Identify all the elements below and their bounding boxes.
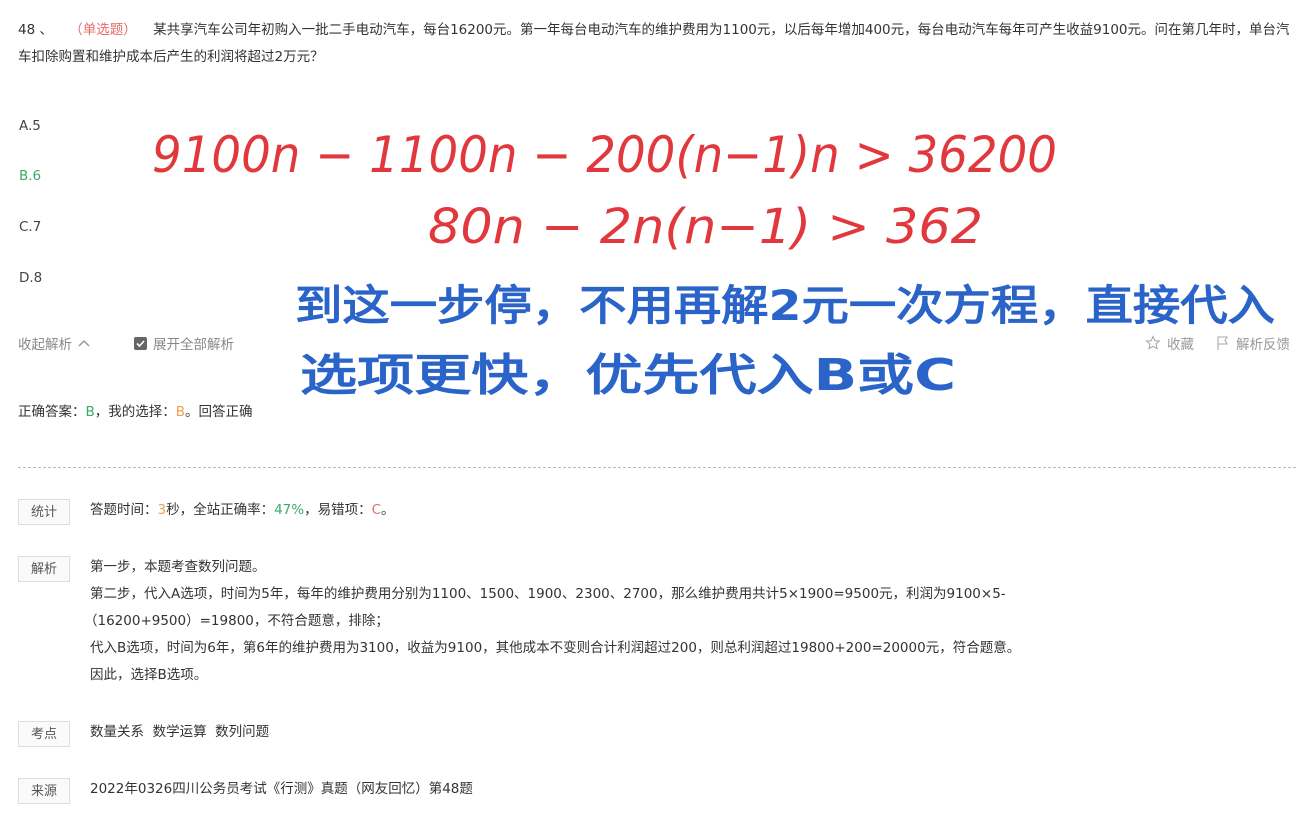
handwritten-equation-2: 80n − 2n(n−1) > 362 [428, 199, 983, 255]
handwriting-overlay: 9100n − 1100n − 200(n−1)n > 36200 80n − … [152, 126, 1275, 401]
handwritten-note-1: 到这一步停，不用再解2元一次方程，直接代入 [295, 281, 1275, 330]
handwritten-note-2: 选项更快，优先代入B或C [300, 350, 956, 401]
handwritten-equation-1: 9100n − 1100n − 200(n−1)n > 36200 [152, 126, 1057, 184]
